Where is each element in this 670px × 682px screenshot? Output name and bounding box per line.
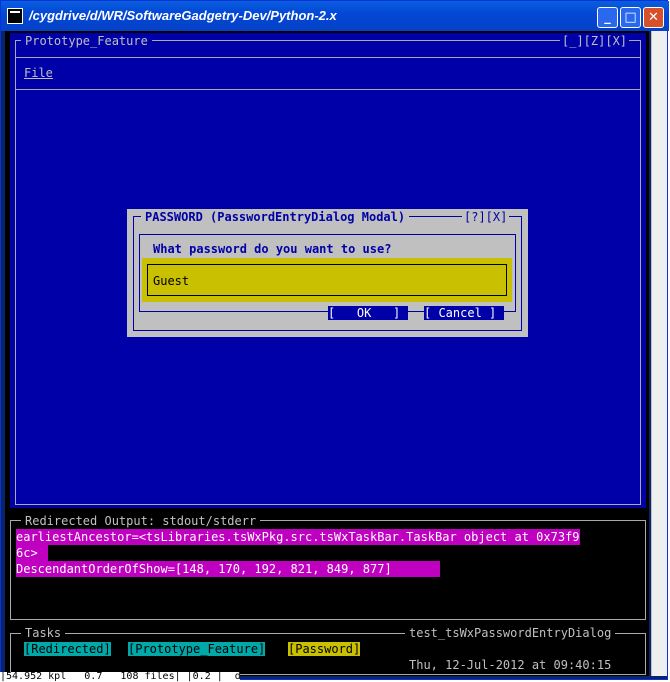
- output-title: Redirected Output: stdout/stderr: [21, 513, 261, 529]
- minimize-button[interactable]: _: [597, 7, 618, 28]
- frame-title: Prototype_Feature: [21, 33, 152, 49]
- menu-divider-bottom: [15, 89, 641, 90]
- task-prototype-feature[interactable]: [Prototype_Feature]: [128, 642, 266, 656]
- terminal-window: /cygdrive/d/WR/SoftwareGadgetry-Dev/Pyth…: [0, 0, 669, 680]
- terminal-icon[interactable]: [7, 8, 23, 24]
- tasks-app-name: test_tsWxPasswordEntryDialog: [405, 625, 616, 641]
- task-redirected[interactable]: [Redirected]: [24, 642, 111, 656]
- tasks-title: Tasks: [21, 625, 66, 641]
- output-line-3: DescendantOrderOfShow=[148, 170, 192, 82…: [16, 561, 440, 577]
- frame-window-buttons[interactable]: [_][Z][X]: [560, 33, 630, 49]
- maximize-button[interactable]: □: [620, 7, 641, 28]
- menu-file[interactable]: File: [24, 65, 53, 81]
- task-datetime: Thu, 12-Jul-2012 at 09:40:15: [405, 657, 616, 673]
- cancel-button[interactable]: [ Cancel ]: [424, 306, 504, 320]
- title-bar[interactable]: /cygdrive/d/WR/SoftwareGadgetry-Dev/Pyth…: [1, 1, 669, 31]
- ok-button[interactable]: [ OK ]: [328, 306, 408, 320]
- output-line-1: earliestAncestor=<tsLibraries.tsWxPkg.sr…: [16, 529, 580, 545]
- dialog-window-buttons[interactable]: [?][X]: [462, 209, 510, 225]
- password-input-border: [147, 264, 507, 296]
- menu-divider-top: [15, 57, 641, 58]
- close-button[interactable]: ✕: [643, 7, 664, 28]
- output-line-2: 6c>: [16, 545, 48, 561]
- task-password[interactable]: [Password]: [288, 642, 361, 656]
- password-input[interactable]: Guest: [153, 273, 189, 289]
- vertical-scrollbar[interactable]: [651, 31, 667, 676]
- dialog-title: PASSWORD (PasswordEntryDialog Modal): [141, 209, 410, 225]
- dialog-prompt: What password do you want to use?: [153, 242, 392, 256]
- window-title: /cygdrive/d/WR/SoftwareGadgetry-Dev/Pyth…: [29, 8, 337, 23]
